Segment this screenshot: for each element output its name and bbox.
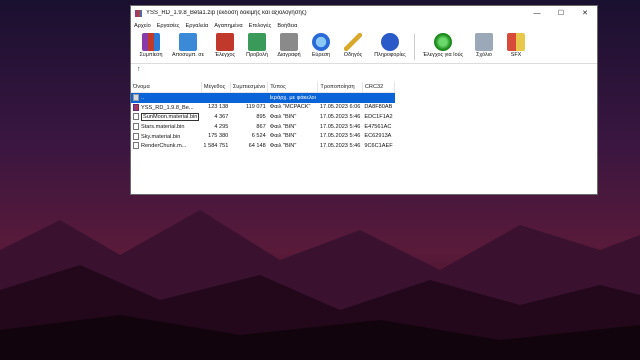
path-bar: ↑	[131, 64, 597, 74]
column-modified[interactable]: Τροποποίηση	[317, 82, 363, 93]
trash-icon	[280, 33, 298, 51]
window-title: YSS_RD_1.9.8_Beta1.zip (έκδοση δοκιμής κ…	[146, 10, 307, 16]
mcpack-file-icon	[133, 103, 139, 111]
menu-help[interactable]: Βοήθεια	[277, 23, 297, 29]
table-row[interactable]: Sky.material.bin 175 380 6 524 Φαιλ "BIN…	[131, 131, 395, 141]
book-icon	[248, 33, 266, 51]
folder-icon	[179, 33, 197, 51]
file-list-header: Όνομα Μέγεθος Συμπιεσμένο Τύπος Τροποποί…	[131, 82, 396, 93]
comment-icon	[475, 33, 493, 51]
clipboard-check-icon	[216, 33, 234, 51]
comment-button[interactable]: Σχόλιο	[468, 31, 500, 58]
menu-tools[interactable]: Εργαλεία	[186, 23, 209, 29]
add-button[interactable]: Συμπίεση	[135, 31, 167, 58]
sfx-button[interactable]: SFX	[500, 31, 532, 58]
menu-options[interactable]: Επιλογές	[249, 23, 272, 29]
view-button[interactable]: Προβολή	[241, 31, 273, 58]
column-name[interactable]: Όνομα	[131, 82, 202, 93]
column-size[interactable]: Μέγεθος	[201, 82, 231, 93]
menu-commands[interactable]: Εργασίες	[157, 23, 180, 29]
file-icon	[133, 142, 139, 150]
info-icon	[381, 33, 399, 51]
column-packed[interactable]: Συμπιεσμένο	[230, 82, 269, 93]
file-icon	[133, 123, 139, 131]
menu-bar: Αρχείο Εργασίες Εργαλεία Αγαπημένα Επιλο…	[131, 20, 597, 31]
find-button[interactable]: Εύρεση	[305, 31, 337, 58]
table-row[interactable]: YSS_RD_1.9.8_Be... 123 138 119 071 Φαιλ …	[131, 103, 395, 113]
up-arrow-icon[interactable]: ↑	[137, 66, 141, 73]
file-icon	[133, 132, 139, 140]
maximize-button[interactable]: ☐	[549, 9, 573, 17]
menu-file[interactable]: Αρχείο	[134, 23, 151, 29]
virus-scan-icon	[434, 33, 452, 51]
table-row[interactable]: .. Ιεράρχ. με φάκελοι	[131, 92, 395, 103]
archive-icon	[142, 33, 160, 51]
test-button[interactable]: Έλεγχος	[209, 31, 241, 58]
table-row[interactable]: SunMoon.material.bin 4 367 895 Φαιλ "BIN…	[131, 112, 395, 122]
wizard-button[interactable]: Οδηγός	[337, 31, 369, 58]
file-list: Όνομα Μέγεθος Συμπιεσμένο Τύπος Τροποποί…	[131, 82, 396, 151]
close-button[interactable]: ✕	[573, 9, 597, 17]
background-landscape	[0, 210, 640, 360]
table-row[interactable]: Stars.material.bin 4 295 867 Φαιλ "BIN" …	[131, 122, 395, 132]
parent-folder-icon	[133, 94, 139, 102]
column-crc[interactable]: CRC32	[362, 82, 396, 93]
delete-button[interactable]: Διαγραφή	[273, 31, 305, 58]
toolbar: Συμπίεση Αποσυμπ. σε Έλεγχος Προβολή Δια…	[131, 31, 597, 64]
winrar-app-icon	[135, 9, 142, 17]
virus-scan-button[interactable]: Έλεγχος για Ιούς	[418, 31, 468, 58]
title-bar: YSS_RD_1.9.8_Beta1.zip (έκδοση δοκιμής κ…	[131, 6, 597, 20]
toolbar-separator	[414, 34, 415, 60]
winrar-window: YSS_RD_1.9.8_Beta1.zip (έκδοση δοκιμής κ…	[130, 5, 598, 195]
minimize-button[interactable]: —	[525, 10, 549, 17]
magnifier-icon	[312, 33, 330, 51]
table-row[interactable]: RenderChunk.m... 1 584 751 64 148 Φαιλ "…	[131, 141, 395, 151]
rename-field[interactable]: SunMoon.material.bin	[141, 113, 200, 122]
menu-favorites[interactable]: Αγαπημένα	[214, 23, 242, 29]
info-button[interactable]: Πληροφορίες	[369, 31, 411, 58]
file-icon	[133, 113, 139, 121]
wand-icon	[344, 33, 362, 51]
extract-to-button[interactable]: Αποσυμπ. σε	[167, 31, 209, 58]
sfx-icon	[507, 33, 525, 51]
column-type[interactable]: Τύπος	[267, 82, 319, 93]
